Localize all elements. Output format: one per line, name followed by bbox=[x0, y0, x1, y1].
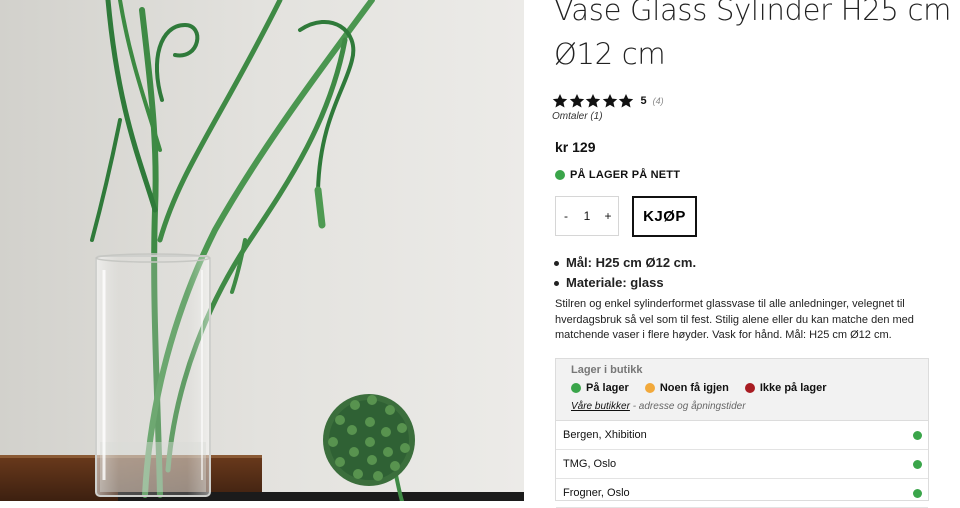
product-photo-graphic bbox=[0, 0, 524, 501]
reviews-link[interactable]: Omtaler (1) bbox=[552, 111, 603, 122]
legend-label: Noen få igjen bbox=[659, 382, 729, 394]
in-stock-dot-icon bbox=[913, 459, 922, 469]
store-stock-header: Lager i butikk På lager Noen få igjen Ik… bbox=[556, 359, 928, 421]
star-icon bbox=[618, 93, 634, 109]
quantity-increase-button[interactable]: + bbox=[598, 209, 618, 223]
orange-dot-icon bbox=[644, 383, 655, 393]
green-dot-icon bbox=[571, 383, 581, 393]
our-stores-link[interactable]: Våre butikker bbox=[571, 401, 630, 412]
product-info: Vase Glass Sylinder H25 cm Ø12 cm 5 (4) … bbox=[552, 0, 951, 508]
rating-count: (4) bbox=[652, 96, 664, 106]
legend-label: Ikke på lager bbox=[759, 382, 827, 394]
buy-button[interactable]: KJØP bbox=[632, 196, 697, 237]
product-image bbox=[0, 0, 524, 501]
rating-score: 5 bbox=[640, 95, 647, 107]
product-description: Stilren og enkel sylinderformet glassvas… bbox=[555, 298, 914, 341]
in-stock-dot-icon bbox=[555, 170, 565, 180]
in-stock-dot-icon bbox=[913, 430, 922, 440]
quantity-stepper: - 1 + bbox=[555, 196, 619, 236]
quantity-decrease-button[interactable]: - bbox=[556, 209, 576, 223]
star-icon bbox=[569, 93, 585, 109]
star-icon bbox=[602, 93, 618, 109]
store-name: Bergen, Xhibition bbox=[563, 429, 647, 441]
product-title: Vase Glass Sylinder H25 cm Ø12 cm bbox=[554, 0, 952, 71]
store-stock-panel: Lager i butikk På lager Noen få igjen Ik… bbox=[555, 358, 929, 508]
star-icon bbox=[552, 93, 568, 109]
legend-few-left: Noen få igjen bbox=[644, 382, 729, 394]
product-price: kr 129 bbox=[555, 139, 596, 155]
store-row: Frogner, Oslo bbox=[556, 479, 928, 508]
product-specs: Mål: H25 cm Ø12 cm. Materiale: glass bbox=[554, 253, 696, 293]
rating-stars bbox=[552, 93, 635, 109]
store-stock-title: Lager i butikk bbox=[571, 364, 643, 376]
store-row: TMG, Oslo bbox=[556, 450, 928, 479]
in-stock-dot-icon bbox=[913, 488, 922, 498]
quantity-value[interactable]: 1 bbox=[577, 209, 597, 223]
stores-info-line: Våre butikker - adresse og åpningstider bbox=[571, 401, 746, 412]
online-stock-status: PÅ LAGER PÅ NETT bbox=[555, 169, 680, 181]
spec-item: Mål: H25 cm Ø12 cm. bbox=[554, 253, 696, 273]
store-name: TMG, Oslo bbox=[563, 458, 617, 470]
red-dot-icon bbox=[744, 383, 755, 393]
store-row: Bergen, Xhibition bbox=[556, 421, 928, 450]
store-name: Frogner, Oslo bbox=[563, 487, 630, 499]
spec-item: Materiale: glass bbox=[554, 273, 696, 293]
stores-info-suffix: - adresse og åpningstider bbox=[632, 401, 746, 412]
legend-label: På lager bbox=[586, 382, 629, 394]
product-rating[interactable]: 5 (4) bbox=[552, 92, 664, 110]
legend-in-stock: På lager bbox=[571, 382, 629, 394]
legend-out-of-stock: Ikke på lager bbox=[744, 382, 827, 394]
star-icon bbox=[585, 93, 601, 109]
online-stock-label: PÅ LAGER PÅ NETT bbox=[570, 169, 681, 181]
stock-legend: På lager Noen få igjen Ikke på lager bbox=[571, 382, 843, 394]
